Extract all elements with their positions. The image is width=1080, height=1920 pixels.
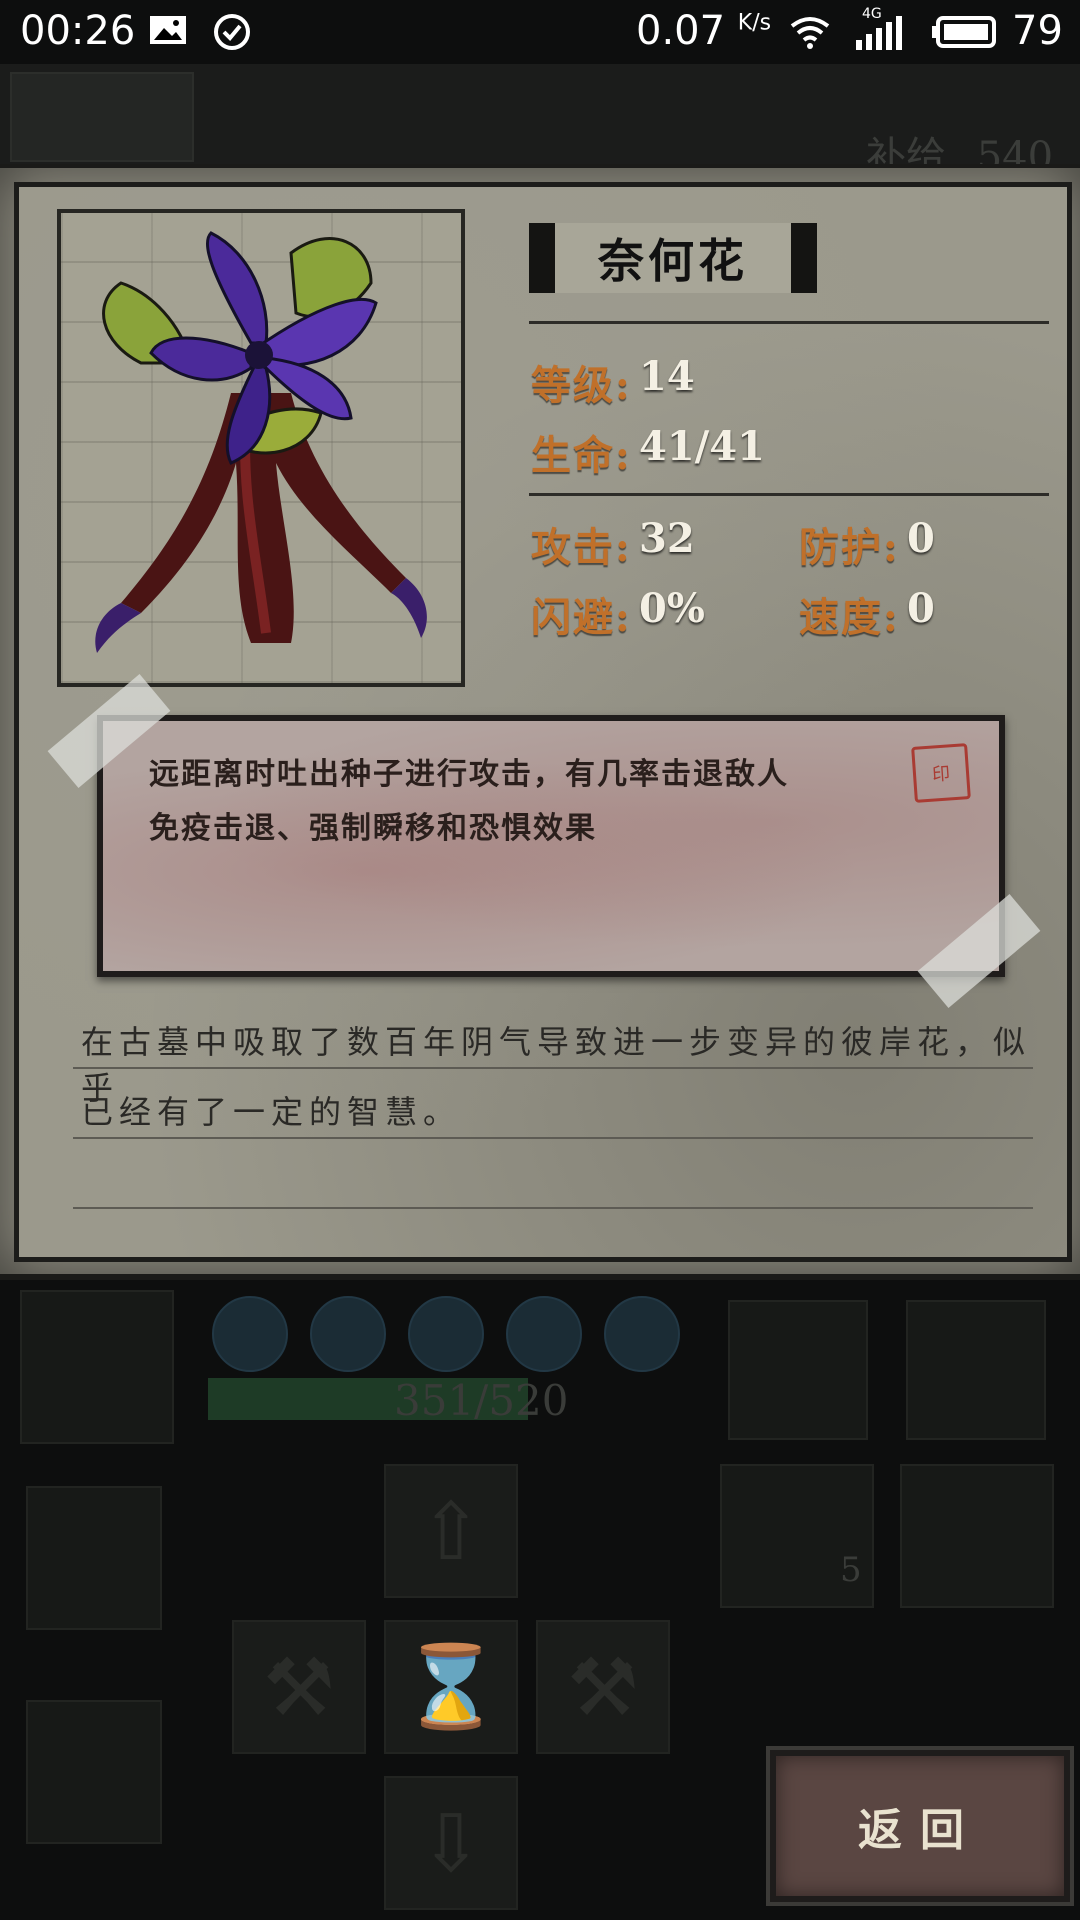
divider (529, 321, 1049, 324)
network-type: 4G (862, 6, 882, 22)
dig-right-button[interactable]: ⚒ (536, 1620, 670, 1754)
attack-label: 攻击: (531, 524, 632, 571)
yin-yang-icon (604, 1296, 680, 1372)
battery-level: 79 (1012, 8, 1063, 54)
defense-value: 0 (907, 515, 935, 562)
monster-portrait (57, 209, 465, 687)
arrow-down-icon: ⇩ (417, 1796, 485, 1890)
monster-info-dialog: 奈何花 等级: 14 生命: 41/41 攻击: 32 防护: 0 闪避: 0%… (0, 164, 1080, 1280)
status-bar: 00:26 0.07 K/s 4G 79 (0, 0, 1080, 64)
yin-yang-icon (506, 1296, 582, 1372)
dialog-frame: 奈何花 等级: 14 生命: 41/41 攻击: 32 防护: 0 闪避: 0%… (14, 182, 1072, 1262)
attack-value: 32 (639, 515, 695, 562)
seal-stamp-icon: 印 (911, 743, 971, 803)
return-button[interactable]: 返回 (770, 1750, 1070, 1902)
hourglass-icon: ⌛ (401, 1640, 501, 1733)
ability-note: 远距离时吐出种子进行攻击，有几率击退敌人 免疫击退、强制瞬移和恐惧效果 印 (97, 715, 1005, 977)
lore-line-2: 已经有了一定的智慧。 (81, 1093, 462, 1131)
speed-value: 0.07 (636, 8, 726, 54)
speed-unit: K/s (737, 10, 772, 36)
item-count: 5 (840, 1550, 862, 1590)
move-up-button[interactable]: ⇧ (384, 1464, 518, 1598)
item-slot[interactable] (900, 1464, 1054, 1608)
check-circle-icon (212, 12, 252, 62)
ruled-line (73, 1067, 1033, 1069)
shovel-icon: ⚒ (263, 1640, 335, 1734)
ruled-line (73, 1137, 1033, 1139)
image-icon (148, 12, 188, 58)
clock: 00:26 (20, 8, 136, 54)
speed-value: 0 (907, 585, 935, 632)
yin-yang-icon (212, 1296, 288, 1372)
yin-yang-icon (310, 1296, 386, 1372)
wait-button[interactable]: ⌛ (384, 1620, 518, 1754)
weapon-slot[interactable] (728, 1300, 868, 1440)
yin-yang-icon (408, 1296, 484, 1372)
signal-icon: 4G (852, 6, 908, 62)
ability-line-1: 远距离时吐出种子进行攻击，有几率击退敌人 (149, 757, 789, 792)
network-speed: 0.07 K/s (636, 8, 771, 54)
divider (529, 493, 1049, 496)
top-bar: 补给 540 (0, 64, 1080, 180)
hp-label: 生命: (531, 432, 632, 479)
party-member-portrait[interactable] (26, 1700, 162, 1844)
battery-icon (932, 12, 1002, 62)
flower-monster-icon (95, 231, 427, 653)
speed-label: 速度: (799, 594, 900, 641)
dig-left-button[interactable]: ⚒ (232, 1620, 366, 1754)
ruled-line (73, 1207, 1033, 1209)
defense-label: 防护: (799, 524, 900, 571)
hp-value: 41/41 (639, 423, 765, 470)
move-down-button[interactable]: ⇩ (384, 1776, 518, 1910)
party-member-portrait[interactable] (26, 1486, 162, 1630)
minimap[interactable] (10, 72, 194, 162)
monster-name: 奈何花 (529, 223, 817, 293)
player-portrait-panel[interactable] (20, 1290, 174, 1444)
level-label: 等级: (531, 362, 632, 409)
ability-line-2: 免疫击退、强制瞬移和恐惧效果 (149, 811, 597, 846)
shovel-icon: ⚒ (567, 1640, 639, 1734)
dodge-label: 闪避: (531, 594, 632, 641)
wifi-icon (788, 12, 832, 62)
dodge-value: 0% (639, 585, 705, 632)
character-slot[interactable] (906, 1300, 1046, 1440)
level-value: 14 (639, 353, 695, 400)
player-hp-text: 351/520 (394, 1376, 569, 1425)
arrow-up-icon: ⇧ (417, 1484, 485, 1578)
